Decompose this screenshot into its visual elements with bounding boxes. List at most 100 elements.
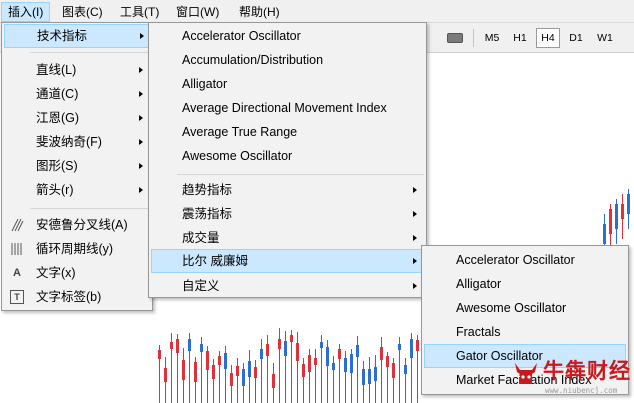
- candle-body: [603, 224, 606, 244]
- timeframe-w1[interactable]: W1: [593, 28, 617, 48]
- chevron-right-icon: [139, 163, 143, 169]
- insert-menu-item-cycle-lines[interactable]: 循环周期线(y): [4, 237, 150, 261]
- timeframe-d1[interactable]: D1: [564, 28, 588, 48]
- insert-menu-item-lines[interactable]: 直线(L): [4, 58, 150, 82]
- insert-menu-item-fibonacci[interactable]: 斐波纳奇(F): [4, 130, 150, 154]
- menu-separator: [30, 52, 150, 53]
- candle-body: [164, 368, 167, 382]
- candle-body: [627, 194, 630, 214]
- candle-body: [206, 351, 209, 370]
- bw-item-accelerator[interactable]: Accelerator Oscillator: [424, 248, 626, 272]
- indicator-item[interactable]: Average True Range: [151, 120, 424, 144]
- candle-body: [260, 349, 263, 359]
- menu-tools[interactable]: 工具(T): [114, 2, 165, 22]
- candle-body: [302, 364, 305, 377]
- insert-menu-item-gann[interactable]: 江恩(G): [4, 106, 150, 130]
- indicators-submenu: Accelerator Oscillator Accumulation/Dist…: [148, 22, 427, 298]
- indicator-group-custom[interactable]: 自定义: [151, 274, 424, 298]
- rectangle-icon[interactable]: [447, 33, 463, 43]
- candle-body: [386, 356, 389, 367]
- chevron-right-icon: [139, 67, 143, 73]
- indicator-item[interactable]: Average Directional Movement Index: [151, 96, 424, 120]
- candle-body: [326, 347, 329, 366]
- menu-help[interactable]: 帮助(H): [233, 2, 286, 22]
- text-label-icon: T: [10, 290, 24, 304]
- candle-body: [332, 363, 335, 370]
- menu-window[interactable]: 窗口(W): [170, 2, 225, 22]
- chevron-right-icon: [139, 187, 143, 193]
- candle-body: [314, 358, 317, 365]
- menu-charts[interactable]: 图表(C): [56, 2, 109, 22]
- insert-menu-item-arrows[interactable]: 箭头(r): [4, 178, 150, 202]
- candle-body: [266, 344, 269, 356]
- insert-menu-item-text[interactable]: A 文字(x): [4, 261, 150, 285]
- watermark-brand: 牛犇财经: [543, 360, 631, 383]
- candle-body: [615, 204, 618, 229]
- insert-menu-item-shapes[interactable]: 图形(S): [4, 154, 150, 178]
- candle-body: [170, 342, 173, 349]
- candle-body: [176, 339, 179, 353]
- insert-menu-item-andrews-pitchfork[interactable]: 安德鲁分叉线(A): [4, 213, 150, 237]
- chevron-right-icon: [413, 211, 417, 217]
- indicator-group-oscillators[interactable]: 震荡指标: [151, 202, 424, 226]
- insert-menu-item-text-label[interactable]: T 文字标签(b): [4, 285, 150, 309]
- andrews-pitchfork-icon: [10, 218, 24, 232]
- candle-body: [224, 353, 227, 369]
- candle-body: [296, 343, 299, 361]
- candle-body: [338, 349, 341, 359]
- candle-body: [278, 339, 281, 349]
- insert-menu-item-channels[interactable]: 通道(C): [4, 82, 150, 106]
- candle-body: [158, 350, 161, 359]
- indicator-item[interactable]: Alligator: [151, 72, 424, 96]
- chevron-right-icon: [139, 115, 143, 121]
- menu-separator: [177, 174, 424, 175]
- chevron-right-icon: [413, 235, 417, 241]
- indicator-item[interactable]: Accumulation/Distribution: [151, 48, 424, 72]
- candle-body: [182, 360, 185, 380]
- candle-body: [194, 362, 197, 382]
- candle-body: [236, 366, 239, 376]
- bull-logo-icon: [515, 363, 537, 384]
- bw-item-alligator[interactable]: Alligator: [424, 272, 626, 296]
- menu-separator: [30, 208, 150, 209]
- chevron-right-icon: [139, 91, 143, 97]
- chevron-right-icon: [413, 258, 417, 264]
- chevron-right-icon: [139, 139, 143, 145]
- candle-body: [398, 344, 401, 350]
- candle-body: [200, 344, 203, 352]
- bw-item-awesome[interactable]: Awesome Oscillator: [424, 296, 626, 320]
- candle-body: [368, 369, 371, 384]
- candle-body: [609, 209, 612, 234]
- candle-body: [254, 367, 257, 378]
- toolbar-separator: [473, 29, 474, 47]
- candle-body: [374, 367, 377, 381]
- bw-item-fractals[interactable]: Fractals: [424, 320, 626, 344]
- candle-body: [404, 365, 407, 374]
- timeframe-h1[interactable]: H1: [508, 28, 532, 48]
- candle-body: [272, 374, 275, 388]
- indicator-group-volumes[interactable]: 成交量: [151, 226, 424, 250]
- candle-body: [362, 369, 365, 385]
- candle-body: [188, 339, 191, 351]
- indicator-item[interactable]: Accelerator Oscillator: [151, 24, 424, 48]
- candle-body: [212, 365, 215, 379]
- indicator-item[interactable]: Awesome Oscillator: [151, 144, 424, 168]
- insert-menu: 技术指标 直线(L) 通道(C) 江恩(G) 斐波纳奇(F) 图形(S) 箭头(…: [1, 22, 153, 311]
- text-icon: A: [13, 267, 21, 279]
- timeframe-m5[interactable]: M5: [480, 28, 504, 48]
- indicator-group-trend[interactable]: 趋势指标: [151, 178, 424, 202]
- candle-body: [621, 204, 624, 219]
- timeframe-h4[interactable]: H4: [536, 28, 560, 48]
- chevron-right-icon: [413, 187, 417, 193]
- candle-body: [308, 355, 311, 372]
- chevron-right-icon: [413, 283, 417, 289]
- candle-body: [230, 373, 233, 386]
- watermark-url: www.niubencĵ.com: [545, 386, 618, 395]
- candle-body: [380, 347, 383, 360]
- indicator-group-bill-williams[interactable]: 比尔 威廉姆: [151, 249, 424, 273]
- menu-insert[interactable]: 插入(I): [1, 2, 51, 22]
- candle-body: [350, 354, 353, 373]
- candle-body: [410, 339, 413, 358]
- insert-menu-item-indicators[interactable]: 技术指标: [4, 24, 150, 48]
- candle-body: [344, 358, 347, 372]
